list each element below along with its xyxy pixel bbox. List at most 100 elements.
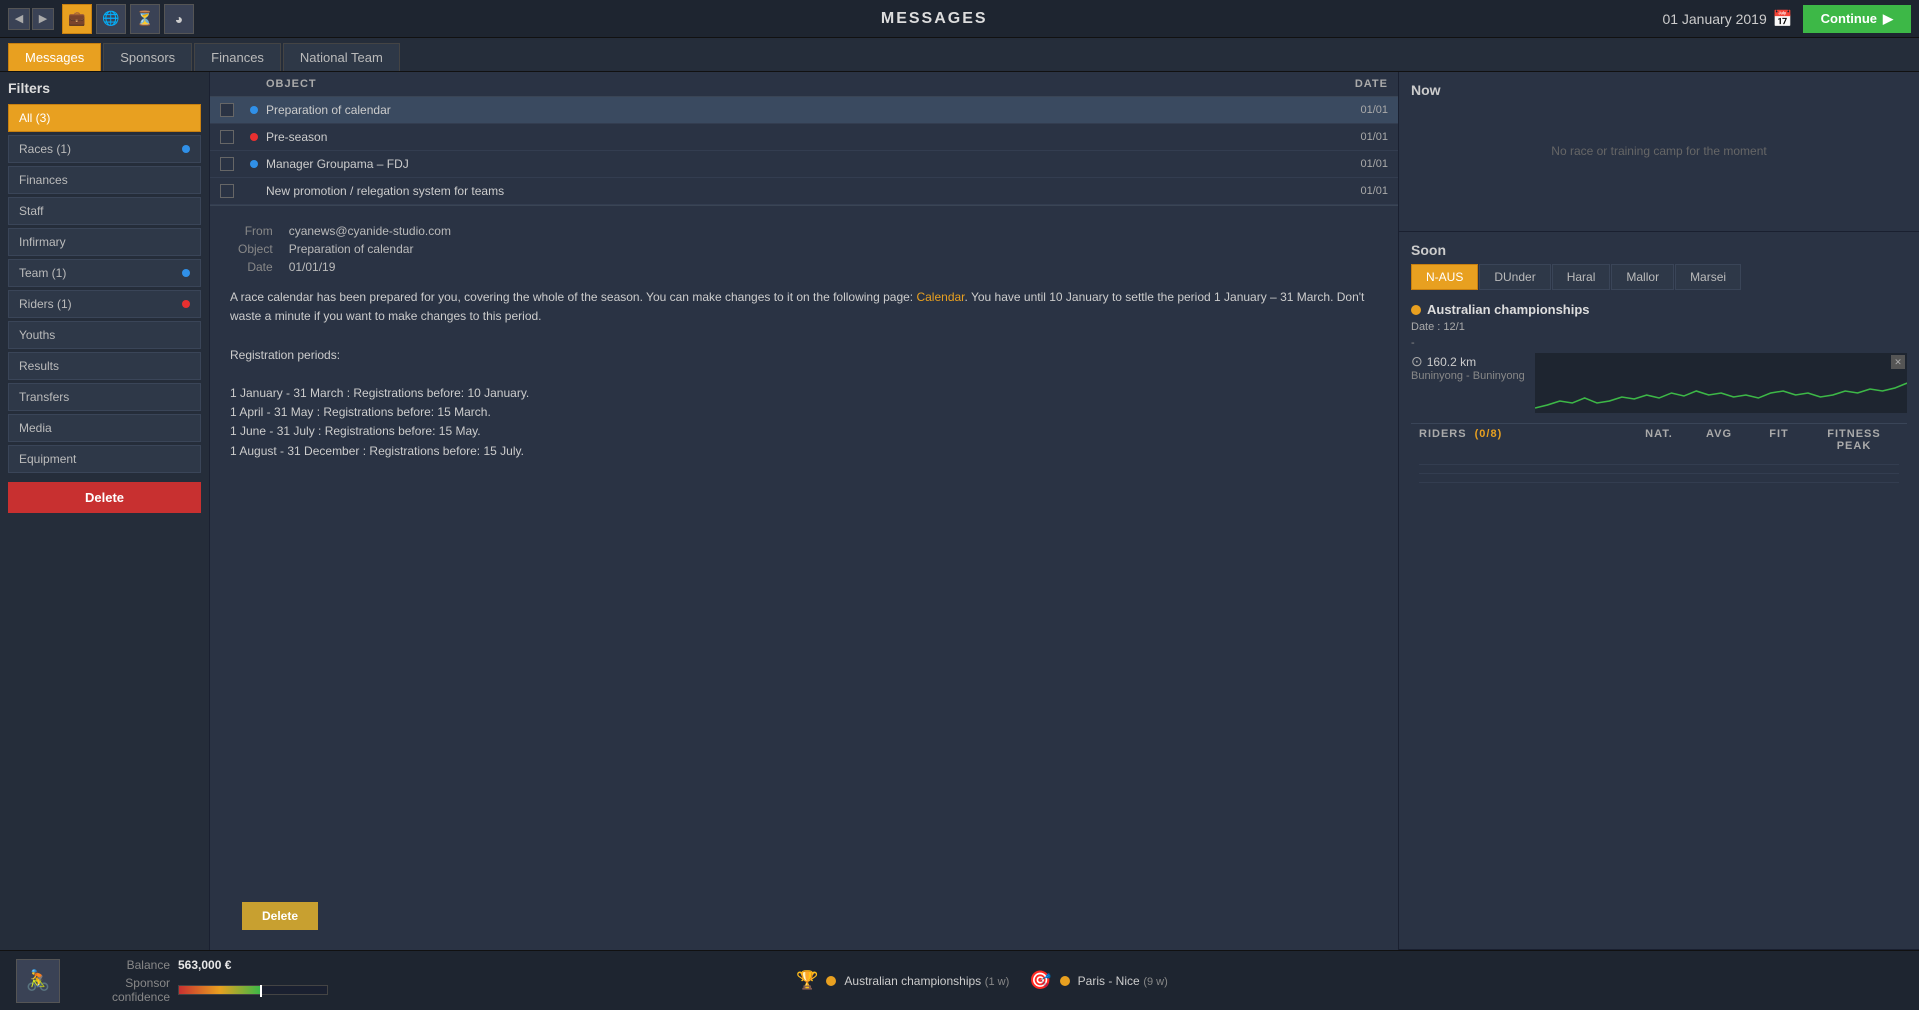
confidence-fill [179,986,260,994]
filter-races[interactable]: Races (1) [8,135,201,163]
riders-header-text: RIDERS [1419,428,1467,440]
race-tab-marsei[interactable]: Marsei [1675,264,1741,290]
chart-icon[interactable]: ◕ [164,4,194,34]
race-dot-1 [826,976,836,986]
race-dot [1411,305,1421,315]
calendar-link[interactable]: Calendar [916,290,964,304]
msg-date-3: 01/01 [1318,158,1388,170]
tab-bar: Messages Sponsors Finances National Team [0,38,1919,72]
riders-count: (0/8) [1475,428,1503,440]
filter-all-dot [182,114,190,122]
bullseye-icon-2: 🎯 [1029,970,1051,991]
messages-panel: OBJECT DATE Preparation of calendar 01/0… [210,72,1399,950]
bottom-stats: Balance 563,000 € Sponsor confidence [80,958,776,1004]
trophy-icon-1: 🏆 [796,970,818,991]
date-area: 01 January 2019 📅 [1662,9,1792,29]
filter-races-dot [182,145,190,153]
filter-all[interactable]: All (3) [8,104,201,132]
filter-results[interactable]: Results [8,352,201,380]
calendar-icon[interactable]: 📅 [1773,9,1793,29]
messages-list: OBJECT DATE Preparation of calendar 01/0… [210,72,1398,206]
msg-checkbox-1[interactable] [220,103,234,117]
reg-4: 1 August - 31 December : Registrations b… [230,442,1378,461]
clock-icon[interactable]: ⏳ [130,4,160,34]
briefcase-icon[interactable]: 💼 [62,4,92,34]
msg-dot-1 [250,106,258,114]
filter-team-dot [182,269,190,277]
tab-national-team[interactable]: National Team [283,43,400,71]
msg-checkbox-4[interactable] [220,184,234,198]
race-chart-area: ⊙ 160.2 km Buninyong - Buninyong ✕ [1411,353,1907,413]
balance-value: 563,000 € [178,958,231,972]
now-title: Now [1411,82,1907,98]
message-row-4[interactable]: New promotion / relegation system for te… [210,178,1398,205]
continue-button[interactable]: Continue ▶ [1803,5,1911,33]
filter-equipment-label: Equipment [19,452,76,466]
object-col-header: OBJECT [266,78,1318,90]
msg-checkbox-3[interactable] [220,157,234,171]
confidence-marker [260,985,262,997]
filter-all-label: All (3) [19,111,50,125]
filter-staff-label: Staff [19,204,43,218]
race-tab-naus[interactable]: N-AUS [1411,264,1478,290]
reg-1: 1 January - 31 March : Registrations bef… [230,384,1378,403]
msg-object-2: Pre-season [266,130,1318,144]
msg-date-1: 01/01 [1318,104,1388,116]
race-close-icon[interactable]: ✕ [1891,355,1905,369]
riders-table-header: RIDERS (0/8) NAT. AVG FIT FITNESS PEAK [1411,423,1907,456]
fit-header: FIT [1749,428,1809,452]
tab-messages[interactable]: Messages [8,43,101,71]
continue-label: Continue [1821,11,1877,26]
race-dot-2 [1060,976,1070,986]
nav-back[interactable]: ◀ [8,8,30,30]
filter-infirmary[interactable]: Infirmary [8,228,201,256]
filter-finances[interactable]: Finances [8,166,201,194]
race-tab-haral[interactable]: Haral [1552,264,1611,290]
from-label: From [230,222,281,240]
msg-dot-4 [250,187,258,195]
msg-object-3: Manager Groupama – FDJ [266,157,1318,171]
rider-row-1 [1419,456,1899,465]
filter-media[interactable]: Media [8,414,201,442]
race-tab-dunder[interactable]: DUnder [1479,264,1550,290]
race-name: Australian championships [1427,302,1590,317]
filter-equipment[interactable]: Equipment [8,445,201,473]
filter-staff[interactable]: Staff [8,197,201,225]
nav-forward[interactable]: ▶ [32,8,54,30]
balance-row: Balance 563,000 € [80,958,776,972]
message-row-1[interactable]: Preparation of calendar 01/01 [210,97,1398,124]
filters-title: Filters [8,80,201,96]
filter-team[interactable]: Team (1) [8,259,201,287]
date-label: Date [230,258,281,276]
object-value: Preparation of calendar [281,240,459,258]
bottom-right: 🏆 Australian championships (1 w) 🎯 Paris… [776,970,1903,991]
top-icons: 💼 🌐 ⏳ ◕ [62,4,194,34]
continue-arrow-icon: ▶ [1883,11,1893,27]
message-row-2[interactable]: Pre-season 01/01 [210,124,1398,151]
next-race-1: 🏆 Australian championships (1 w) [796,970,1009,991]
filter-riders[interactable]: Riders (1) [8,290,201,318]
next-race-2: 🎯 Paris - Nice (9 w) [1029,970,1168,991]
right-panel: Now No race or training camp for the mom… [1399,72,1919,950]
filter-riders-label: Riders (1) [19,297,72,311]
tab-sponsors[interactable]: Sponsors [103,43,192,71]
rider-row-2 [1419,465,1899,474]
tab-finances[interactable]: Finances [194,43,281,71]
race-info: Australian championships Date : 12/1 - ⊙… [1411,298,1907,417]
msg-checkbox-2[interactable] [220,130,234,144]
race-tab-mallor[interactable]: Mallor [1611,264,1674,290]
reg-2: 1 April - 31 May : Registrations before:… [230,403,1378,422]
globe-icon[interactable]: 🌐 [96,4,126,34]
detail-delete-button[interactable]: Delete [242,902,318,930]
now-section: Now No race or training camp for the mom… [1399,72,1919,232]
sidebar-delete-button[interactable]: Delete [8,482,201,513]
message-row-3[interactable]: Manager Groupama – FDJ 01/01 [210,151,1398,178]
filter-team-label: Team (1) [19,266,66,280]
confidence-label: Sponsor confidence [80,976,170,1004]
msg-object-4: New promotion / relegation system for te… [266,184,1318,198]
date-value: 01/01/19 [281,258,459,276]
filter-youths[interactable]: Youths [8,321,201,349]
filter-transfers[interactable]: Transfers [8,383,201,411]
no-event-text: No race or training camp for the moment [1411,104,1907,198]
race-tabs: N-AUS DUnder Haral Mallor Marsei [1411,264,1907,290]
